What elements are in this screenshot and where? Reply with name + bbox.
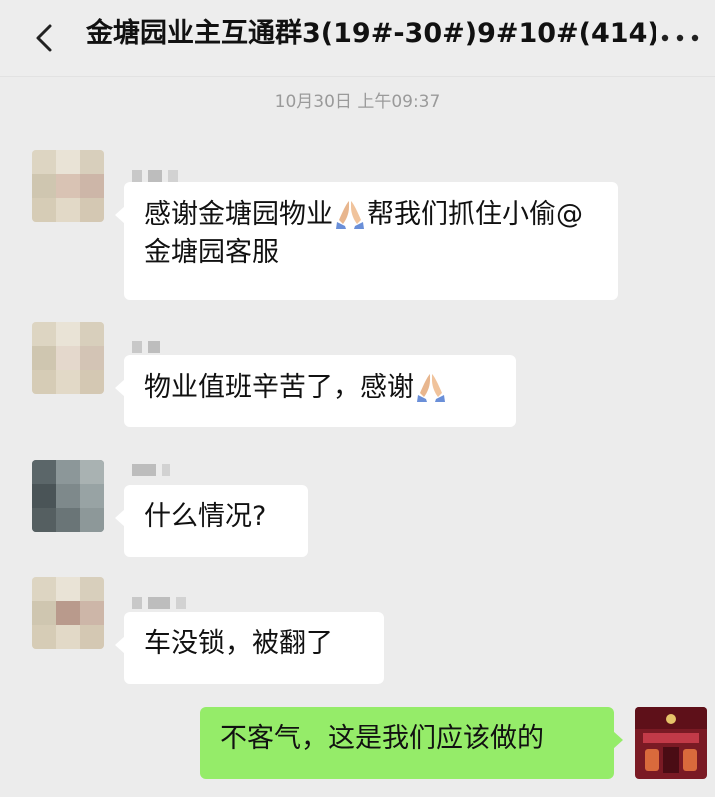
chat-header: 金塘园业主互通群3(19#-30#)9#10#(414) — [0, 0, 715, 77]
message-bubble[interactable]: 什么情况? — [115, 485, 308, 557]
avatar[interactable] — [32, 577, 104, 649]
avatar[interactable] — [635, 707, 707, 779]
folded-hands-icon — [417, 374, 445, 402]
message-text: 物业值班辛苦了，感谢 — [144, 372, 414, 403]
message-text: 感谢金塘园物业 — [144, 199, 333, 230]
more-horizontal-icon[interactable] — [655, 20, 705, 56]
avatar[interactable] — [32, 150, 104, 222]
chat-title: 金塘园业主互通群3(19#-30#)9#10#(414) — [86, 18, 656, 49]
message-bubble-outgoing[interactable]: 不客气，这是我们应该做的 — [200, 707, 623, 779]
message-bubble[interactable]: 物业值班辛苦了，感谢 — [115, 355, 516, 427]
sender-name-blurred — [132, 461, 176, 476]
message-bubble[interactable]: 感谢金塘园物业 帮我们抓住小偷@金塘园客服 — [115, 182, 618, 300]
message-text: 不客气，这是我们应该做的 — [220, 723, 544, 754]
message-timestamp: 10月30日 上午09:37 — [274, 92, 441, 112]
avatar[interactable] — [32, 322, 104, 394]
sender-name-blurred — [132, 167, 184, 182]
chevron-left-icon[interactable] — [26, 18, 66, 58]
message-text: 车没锁，被翻了 — [144, 628, 333, 659]
message-text: 什么情况? — [144, 501, 267, 532]
folded-hands-icon — [336, 201, 364, 229]
sender-name-blurred — [132, 338, 166, 353]
avatar[interactable] — [32, 460, 104, 532]
sender-name-blurred — [132, 594, 192, 609]
message-bubble[interactable]: 车没锁，被翻了 — [115, 612, 384, 684]
